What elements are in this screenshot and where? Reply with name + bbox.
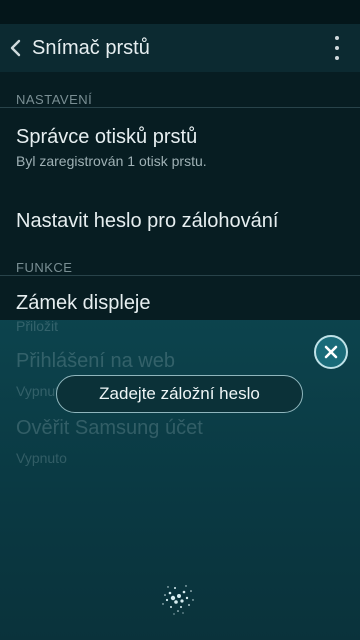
section-header-functions: FUNKCE xyxy=(0,250,360,276)
item-title: Nastavit heslo pro zálohování xyxy=(16,210,279,232)
fingerprint-sparkle-icon xyxy=(162,585,194,615)
list-item-samsung-account: Ověřit Samsung účet xyxy=(16,417,203,439)
section-header-settings: NASTAVENÍ xyxy=(0,82,360,108)
page-title: Snímač prstů xyxy=(32,36,150,59)
item-subtitle: Byl zaregistrován 1 otisk prstu. xyxy=(16,153,207,169)
status-bar xyxy=(0,0,360,24)
list-item-fingerprint-manager[interactable]: Správce otisků prstů Byl zaregistrován 1… xyxy=(0,108,360,170)
list-item-web-signin: Přihlášení na web xyxy=(16,350,175,372)
item-title: Správce otisků prstů xyxy=(16,126,198,148)
back-button[interactable] xyxy=(8,36,22,60)
item-subtitle: Vypnuto xyxy=(16,450,67,466)
list-item-backup-password[interactable]: Nastavit heslo pro zálohování xyxy=(0,170,360,250)
action-bar: Snímač prstů xyxy=(0,24,360,72)
more-options-button[interactable] xyxy=(332,36,342,60)
more-vert-icon xyxy=(335,36,339,40)
close-icon xyxy=(324,345,338,359)
item-subtitle: Přiložit xyxy=(16,318,59,334)
close-button[interactable] xyxy=(314,335,348,369)
item-title: Zámek displeje xyxy=(16,292,151,314)
button-label: Zadejte záložní heslo xyxy=(99,384,260,403)
chevron-left-icon xyxy=(10,39,21,57)
enter-backup-password-button[interactable]: Zadejte záložní heslo xyxy=(56,375,303,413)
